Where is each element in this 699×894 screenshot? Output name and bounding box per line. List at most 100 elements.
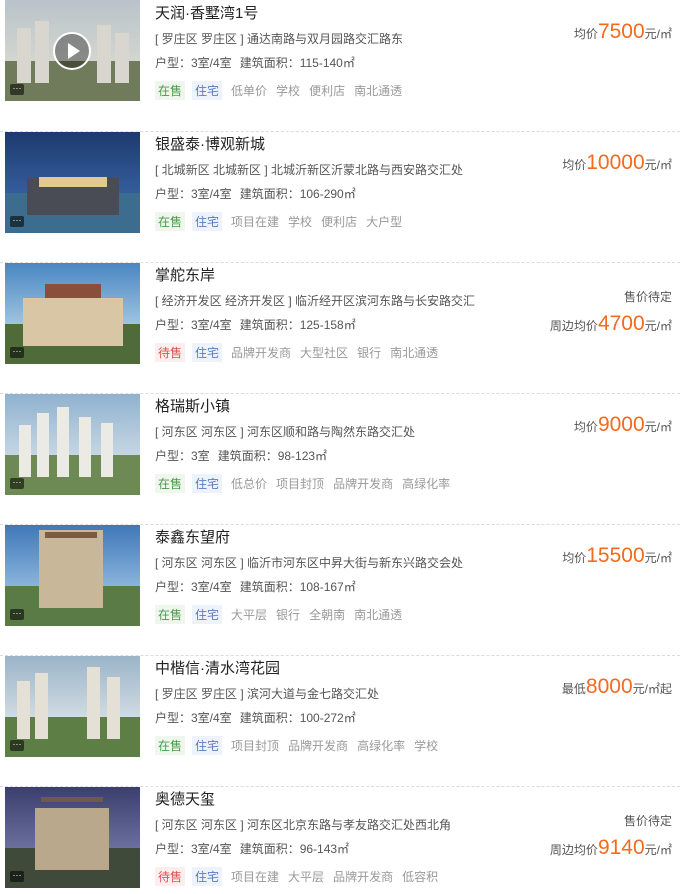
listing-item[interactable]: ··· 中楷信·清水湾花园 [ 罗庄区 罗庄区 ] 滨河大道与金七路交汇处 户型…: [0, 655, 680, 787]
feature-tag: 品牌开发商: [288, 739, 349, 753]
price-unit: 元/㎡: [644, 319, 672, 333]
listing-name[interactable]: 天润·香墅湾1号: [155, 2, 258, 23]
listing-item[interactable]: ··· 泰鑫东望府 [ 河东区 河东区 ] 临沂市河东区中昇大街与新东兴路交会处…: [0, 524, 680, 656]
feature-tag: 品牌开发商: [333, 477, 394, 491]
play-video-icon[interactable]: [53, 32, 91, 70]
listing-thumbnail[interactable]: ···: [5, 132, 140, 233]
area-text: 建筑面积：106-290㎡: [239, 187, 356, 201]
feature-tag: 南北通透: [390, 346, 439, 360]
price-suffix: 起: [659, 682, 672, 696]
price-unit: 元/㎡: [632, 682, 660, 696]
listing-item[interactable]: ··· 掌舵东岸 [ 经济开发区 经济开发区 ] 临沂经开区滨河东路与长安路交汇…: [0, 262, 680, 394]
price-prefix: 均价: [573, 27, 598, 41]
chat-icon[interactable]: ···: [10, 740, 24, 751]
price-value: 10000: [586, 151, 645, 174]
feature-tag: 便利店: [309, 84, 346, 98]
price-prefix: 最低: [561, 682, 586, 696]
tag-list: 待售 住宅 品牌开发商 大型社区 银行 南北通透: [155, 343, 447, 362]
feature-tag: 南北通透: [354, 84, 403, 98]
area-text: 建筑面积：125-158㎡: [239, 318, 356, 332]
feature-tag: 银行: [357, 346, 382, 360]
listing-name[interactable]: 掌舵东岸: [155, 264, 215, 285]
feature-tag: 学校: [276, 84, 301, 98]
area-text: 建筑面积：115-140㎡: [239, 56, 355, 70]
price-unit: 元/㎡: [644, 843, 672, 857]
feature-tag: 便利店: [321, 215, 358, 229]
listing-item[interactable]: ··· 奥德天玺 [ 河东区 河东区 ] 河东区北京东路与孝友路交汇处西北角 户…: [0, 786, 680, 894]
chat-icon[interactable]: ···: [10, 216, 24, 227]
price-prefix: 周边均价: [549, 843, 598, 857]
feature-tag: 大户型: [366, 215, 403, 229]
feature-tag: 银行: [276, 608, 301, 622]
chat-icon[interactable]: ···: [10, 84, 24, 95]
layout-text: 户型：3室: [155, 449, 210, 463]
layout-text: 户型：3室/4室: [155, 318, 232, 332]
tag-list: 待售 住宅 项目在建 大平层 品牌开发商 低容积: [155, 867, 447, 886]
type-badge: 住宅: [192, 867, 223, 886]
listing-item[interactable]: ··· 天润·香墅湾1号 [ 罗庄区 罗庄区 ] 通达南路与双月园路交汇路东 户…: [0, 0, 680, 132]
listing-item[interactable]: ··· 银盛泰·博观新城 [ 北城新区 北城新区 ] 北城沂新区沂蒙北路与西安路…: [0, 131, 680, 263]
status-badge: 在售: [155, 212, 186, 231]
layout-text: 户型：3室/4室: [155, 842, 232, 856]
feature-tag: 高绿化率: [357, 739, 406, 753]
listing-name[interactable]: 泰鑫东望府: [155, 526, 230, 547]
feature-tag: 全朝南: [309, 608, 346, 622]
price-unit: 元/㎡: [644, 27, 672, 41]
chat-icon[interactable]: ···: [10, 871, 24, 882]
layout-text: 户型：3室/4室: [155, 56, 232, 70]
price-unit: 元/㎡: [644, 551, 672, 565]
tag-list: 在售 住宅 低总价 项目封顶 品牌开发商 高绿化率: [155, 474, 459, 493]
listing-address: [ 北城新区 北城新区 ] 北城沂新区沂蒙北路与西安路交汇处: [155, 163, 464, 177]
listing-name[interactable]: 中楷信·清水湾花园: [155, 657, 280, 678]
price-prefix: 均价: [573, 420, 598, 434]
listing-spec: 户型：3室/4室 建筑面积：115-140㎡: [155, 54, 355, 71]
status-badge: 在售: [155, 605, 186, 624]
feature-tag: 品牌开发商: [333, 870, 394, 884]
type-badge: 住宅: [192, 474, 223, 493]
listing-spec: 户型：3室/4室 建筑面积：96-143㎡: [155, 840, 349, 857]
listing-name[interactable]: 格瑞斯小镇: [155, 395, 230, 416]
area-text: 建筑面积：100-272㎡: [239, 711, 356, 725]
listing-name[interactable]: 银盛泰·博观新城: [155, 133, 265, 154]
listing-thumbnail[interactable]: ···: [5, 787, 140, 888]
listing-spec: 户型：3室/4室 建筑面积：106-290㎡: [155, 185, 356, 202]
price-pending-label: 售价待定: [623, 290, 672, 304]
listing-thumbnail[interactable]: ···: [5, 394, 140, 495]
listing-thumbnail[interactable]: ···: [5, 0, 140, 101]
price-block: 周边均价4700元/㎡: [550, 312, 672, 336]
price-prefix: 均价: [562, 551, 587, 565]
feature-tag: 品牌开发商: [231, 346, 292, 360]
chat-icon[interactable]: ···: [10, 347, 24, 358]
listing-address: [ 河东区 河东区 ] 临沂市河东区中昇大街与新东兴路交会处: [155, 556, 464, 570]
listing-address: [ 经济开发区 经济开发区 ] 临沂经开区滨河东路与长安路交汇: [155, 294, 476, 308]
area-text: 建筑面积：96-143㎡: [239, 842, 350, 856]
price-value: 9140: [597, 836, 645, 859]
chat-icon[interactable]: ···: [10, 609, 24, 620]
type-badge: 住宅: [192, 343, 223, 362]
chat-icon[interactable]: ···: [10, 478, 24, 489]
price-value: 4700: [597, 312, 645, 335]
tag-list: 在售 住宅 低单价 学校 便利店 南北通透: [155, 81, 411, 100]
layout-text: 户型：3室/4室: [155, 187, 232, 201]
feature-tag: 大型社区: [300, 346, 349, 360]
listing-address: [ 河东区 河东区 ] 河东区顺和路与陶然东路交汇处: [155, 425, 416, 439]
type-badge: 住宅: [192, 736, 223, 755]
listing-address: [ 罗庄区 罗庄区 ] 通达南路与双月园路交汇路东: [155, 32, 404, 46]
listing-item[interactable]: ··· 格瑞斯小镇 [ 河东区 河东区 ] 河东区顺和路与陶然东路交汇处 户型：…: [0, 393, 680, 525]
price-unit: 元/㎡: [644, 158, 672, 172]
listing-spec: 户型：3室/4室 建筑面积：125-158㎡: [155, 316, 356, 333]
price-block: 最低8000元/㎡起: [562, 675, 672, 699]
listing-name[interactable]: 奥德天玺: [155, 788, 215, 809]
listing-thumbnail[interactable]: ···: [5, 656, 140, 757]
listing-spec: 户型：3室 建筑面积：98-123㎡: [155, 447, 327, 464]
type-badge: 住宅: [192, 81, 223, 100]
listing-thumbnail[interactable]: ···: [5, 525, 140, 626]
status-badge: 待售: [155, 343, 186, 362]
status-badge: 在售: [155, 736, 186, 755]
feature-tag: 高绿化率: [402, 477, 451, 491]
listing-thumbnail[interactable]: ···: [5, 263, 140, 364]
feature-tag: 项目在建: [231, 215, 280, 229]
listing-address: [ 河东区 河东区 ] 河东区北京东路与孝友路交汇处西北角: [155, 818, 452, 832]
status-badge: 在售: [155, 81, 186, 100]
feature-tag: 低单价: [231, 84, 268, 98]
